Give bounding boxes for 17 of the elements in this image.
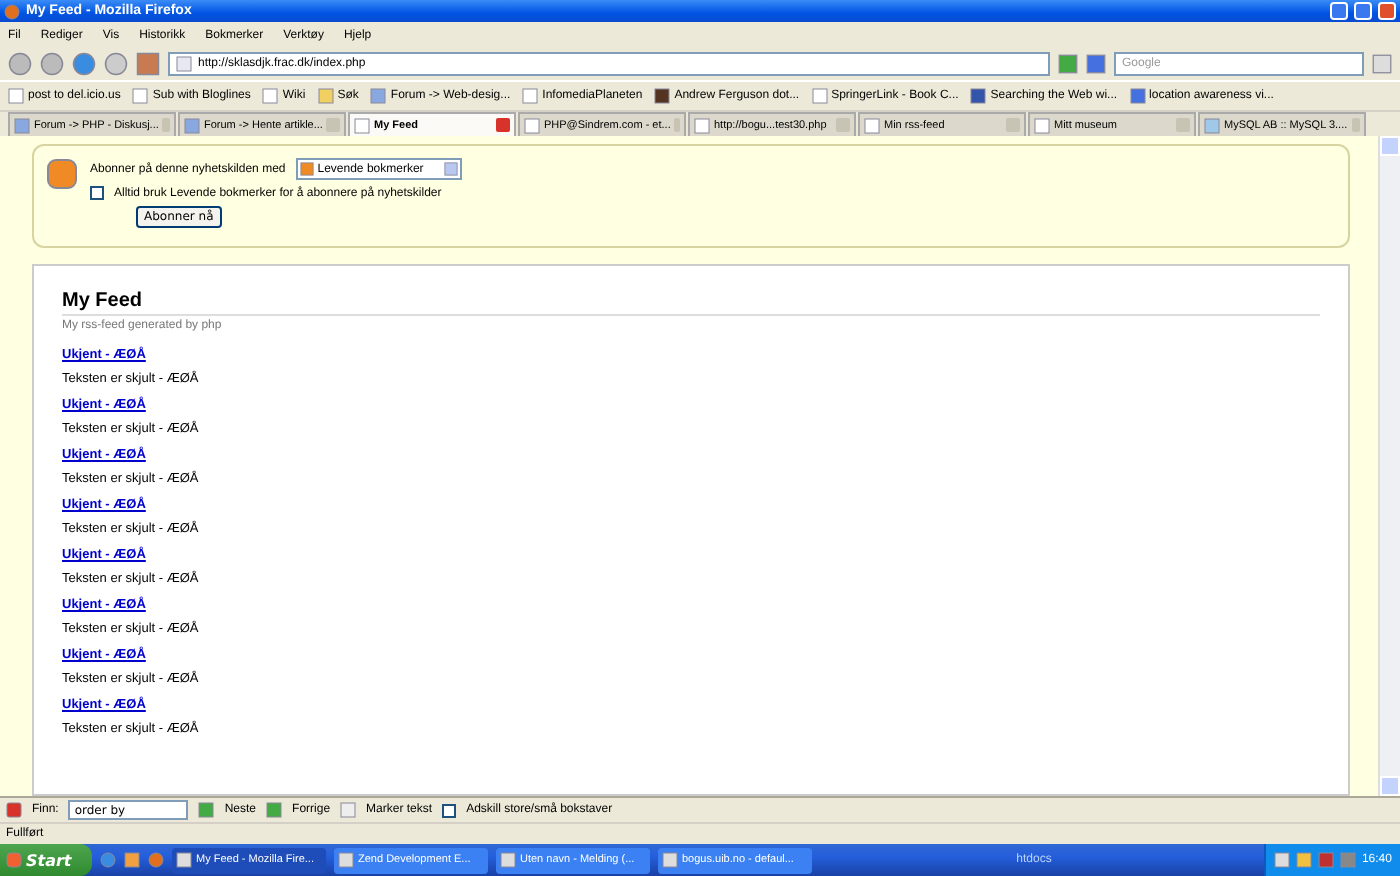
page-icon: [811, 88, 828, 104]
close-button[interactable]: [1378, 2, 1396, 20]
page-icon: [176, 56, 192, 72]
page-icon: [8, 88, 24, 104]
page-icon: [354, 117, 370, 133]
match-case-checkbox[interactable]: [442, 803, 457, 817]
page-icon: [864, 117, 880, 133]
minimize-button[interactable]: [1330, 2, 1348, 20]
scrollbar[interactable]: [1378, 136, 1400, 796]
page-icon: [262, 88, 279, 104]
always-use-checkbox[interactable]: [90, 186, 104, 200]
feed-title: My Feed: [62, 290, 1320, 316]
page-icon: [132, 88, 149, 104]
page-icon: [1034, 117, 1050, 133]
maximize-button[interactable]: [1354, 2, 1372, 20]
page-icon: [694, 117, 710, 133]
start-button[interactable]: Start: [0, 844, 92, 876]
